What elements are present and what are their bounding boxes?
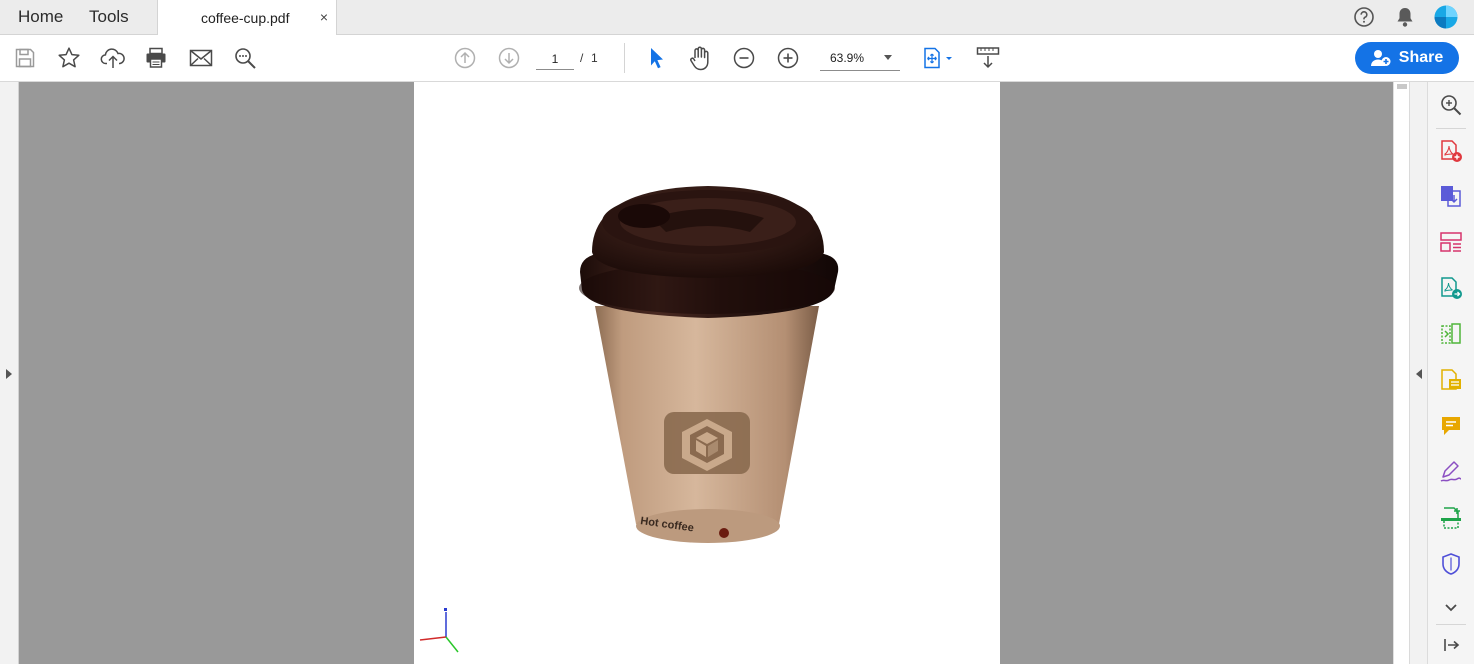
axis-gizmo-icon [419,608,459,653]
combine-files-icon[interactable] [1438,275,1464,301]
tab-home[interactable]: Home [18,7,63,27]
previous-page-icon[interactable] [452,45,478,71]
share-button[interactable]: Share [1355,42,1459,74]
zoom-search-icon[interactable] [1438,92,1464,118]
scrollbar-thumb[interactable] [1397,84,1407,89]
main-toolbar: / 1 63.9% Share [0,35,1474,82]
email-icon[interactable] [188,45,214,71]
save-icon[interactable] [12,45,38,71]
organize-pages-icon[interactable] [1438,229,1464,255]
account-avatar-icon[interactable] [1434,5,1458,29]
pdf-page[interactable]: Hot coffee [414,82,1000,664]
tab-bar: Home Tools coffee-cup.pdf × [0,0,1474,36]
cup-coffee-bean-mark [719,528,729,538]
select-cursor-icon[interactable] [644,45,670,71]
help-icon[interactable] [1352,5,1376,29]
search-zoom-icon[interactable] [232,45,258,71]
toolbar-divider [624,43,625,73]
collapse-right-panel-icon[interactable] [1416,369,1422,379]
next-page-icon[interactable] [496,45,522,71]
upload-cloud-icon[interactable] [100,45,126,71]
page-total: 1 [591,51,598,65]
add-user-icon [1370,50,1391,66]
edit-pdf-icon[interactable] [1438,367,1464,393]
coffee-cup-3d-model[interactable]: Hot coffee [414,82,1000,664]
protect-icon[interactable] [1438,551,1464,577]
bookmark-star-icon[interactable] [56,45,82,71]
tab-tools[interactable]: Tools [89,7,129,27]
print-icon[interactable] [143,45,169,71]
create-pdf-icon[interactable] [1438,138,1464,164]
vertical-scrollbar[interactable] [1393,82,1409,664]
page-number-input[interactable] [536,48,574,70]
cup-logo-icon [664,412,750,474]
chevron-down-icon [884,55,892,60]
zoom-level-dropdown[interactable]: 63.9% [820,47,900,71]
document-tab[interactable]: coffee-cup.pdf × [157,0,337,36]
fit-page-icon[interactable] [920,45,956,71]
scan-ocr-icon[interactable] [1438,505,1464,531]
zoom-out-icon[interactable] [731,45,757,71]
export-pdf-icon[interactable] [1438,183,1464,209]
tools-divider-bottom [1436,624,1466,625]
notification-bell-icon[interactable] [1393,5,1417,29]
comment-icon[interactable] [1438,413,1464,439]
right-panel-toggle[interactable] [1409,82,1427,664]
fill-sign-icon[interactable] [1438,459,1464,485]
collapse-panel-icon[interactable] [1438,632,1464,658]
scrolling-mode-icon[interactable] [975,45,1001,71]
document-tab-title: coffee-cup.pdf [201,10,290,26]
tools-pane [1427,82,1474,664]
close-tab-icon[interactable]: × [320,9,328,25]
zoom-in-icon[interactable] [775,45,801,71]
more-tools-chevron-icon[interactable] [1438,595,1464,621]
expand-left-panel-icon[interactable] [6,369,12,379]
share-button-label: Share [1398,49,1444,66]
hand-pan-icon[interactable] [687,45,713,71]
compare-files-icon[interactable] [1438,321,1464,347]
tools-divider [1436,128,1466,129]
left-panel-toggle[interactable] [0,82,19,664]
page-separator: / [580,51,584,65]
zoom-level-value: 63.9% [830,51,865,65]
